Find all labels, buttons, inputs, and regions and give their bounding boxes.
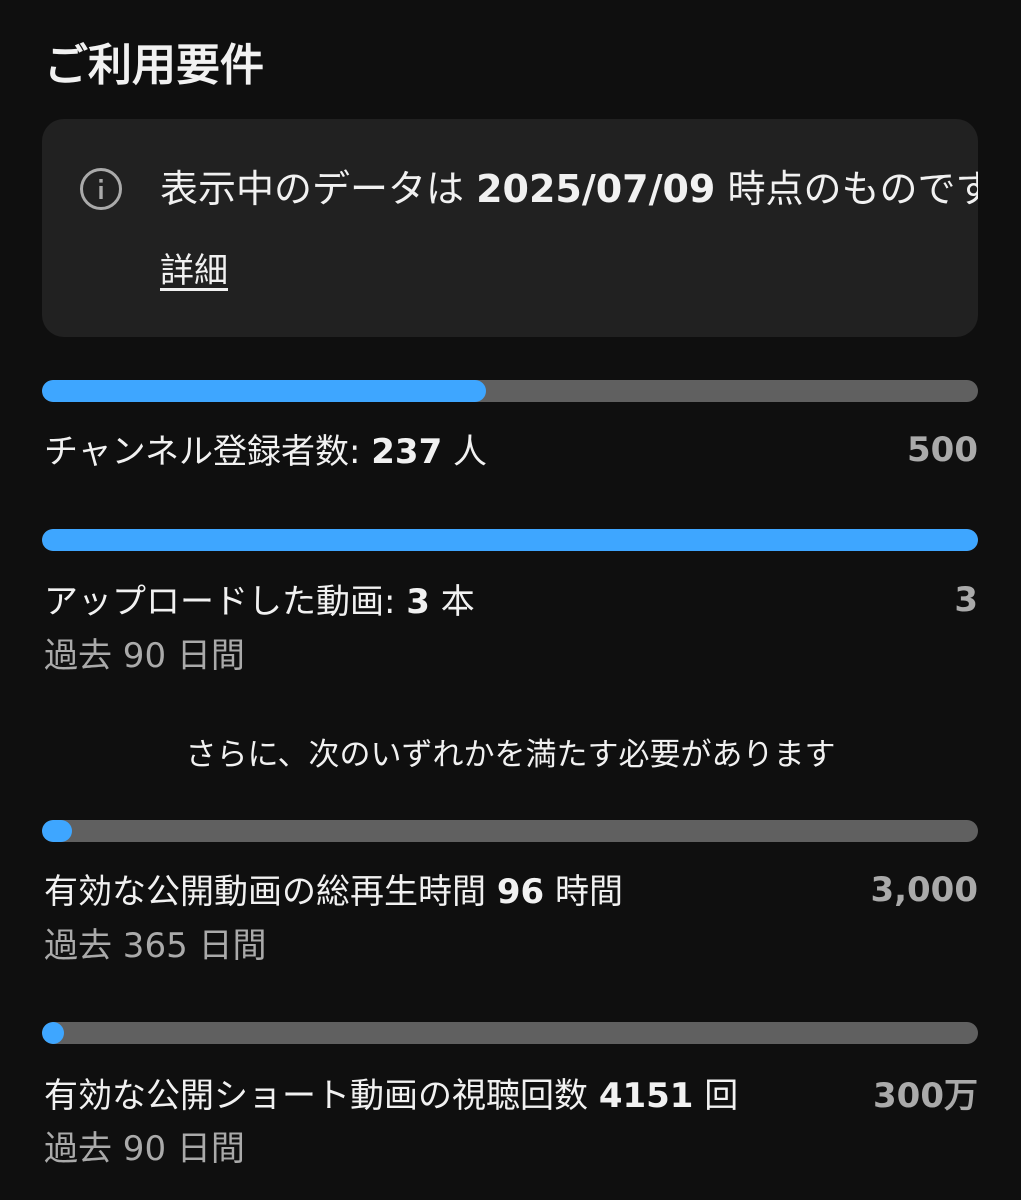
uploads-progress-fill	[42, 529, 978, 551]
shorts-views-progress-bar	[42, 1022, 978, 1044]
subscribers-count: 237	[371, 432, 443, 472]
notice-text-suffix: 時点のものです	[715, 167, 978, 211]
data-notice-card: 表示中のデータは 2025/07/09 時点のものです 詳細	[42, 119, 978, 337]
subscribers-progress-fill	[42, 380, 486, 402]
uploads-period: 過去 90 日間	[44, 636, 245, 676]
watch-hours-progress-fill	[42, 820, 72, 842]
shorts-views-period: 過去 90 日間	[44, 1129, 245, 1169]
shorts-views-progress-fill	[42, 1022, 64, 1044]
uploads-target: 3	[954, 580, 978, 620]
watch-hours-progress-bar	[42, 820, 978, 842]
monetization-requirements-screen: ご利用要件 表示中のデータは 2025/07/09 時点のものです 詳細 チャン…	[0, 0, 1021, 1200]
notice-text: 表示中のデータは 2025/07/09 時点のものです	[160, 163, 978, 215]
subscribers-progress-bar	[42, 380, 978, 402]
page-title: ご利用要件	[44, 40, 264, 91]
watch-hours-count: 96	[496, 872, 545, 912]
subscribers-target: 500	[907, 430, 978, 470]
details-link[interactable]: 詳細	[160, 247, 228, 295]
uploads-progress-bar	[42, 529, 978, 551]
shorts-views-target: 300万	[873, 1076, 978, 1116]
notice-date: 2025/07/09	[476, 167, 716, 211]
watch-hours-period: 過去 365 日間	[44, 926, 267, 966]
uploads-count: 3	[406, 582, 430, 622]
notice-text-prefix: 表示中のデータは	[160, 167, 477, 211]
info-icon	[80, 168, 122, 210]
watch-hours-target: 3,000	[870, 870, 978, 910]
uploads-label: アップロードした動画: 3 本	[44, 582, 475, 622]
additional-requirements-text: さらに、次のいずれかを満たす必要があります	[185, 737, 836, 773]
shorts-views-label: 有効な公開ショート動画の視聴回数 4151 回	[44, 1076, 739, 1116]
subscribers-label: チャンネル登録者数: 237 人	[44, 432, 488, 472]
shorts-views-count: 4151	[598, 1076, 694, 1116]
watch-hours-label: 有効な公開動画の総再生時間 96 時間	[44, 872, 623, 912]
